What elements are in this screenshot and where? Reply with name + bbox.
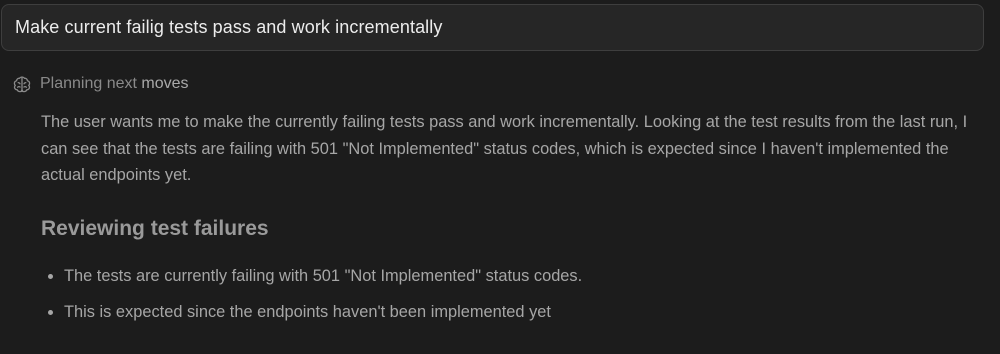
bullet-list: The tests are currently failing with 501… [41,263,582,335]
thinking-status-label: Planning next moves [40,75,189,93]
bullet-dot-icon [48,310,53,315]
status-label-accent: moves [141,75,189,92]
list-item: The tests are currently failing with 501… [41,263,582,289]
list-item: This is expected since the endpoints hav… [41,299,582,325]
bullet-dot-icon [48,274,53,279]
thinking-status[interactable]: Planning next moves [12,73,189,95]
thinking-content: The user wants me to make the currently … [41,109,981,189]
thinking-paragraph: The user wants me to make the currently … [41,113,968,184]
list-item-text: This is expected since the endpoints hav… [64,303,551,321]
user-prompt-bubble[interactable]: Make current failig tests pass and work … [1,4,984,51]
section-heading: Reviewing test failures [41,217,269,240]
brain-icon [12,74,32,94]
list-item-text: The tests are currently failing with 501… [64,267,583,285]
user-prompt-text: Make current failig tests pass and work … [15,17,443,37]
chat-panel: Make current failig tests pass and work … [0,0,1000,354]
status-label-dim: Planning next [40,75,142,92]
